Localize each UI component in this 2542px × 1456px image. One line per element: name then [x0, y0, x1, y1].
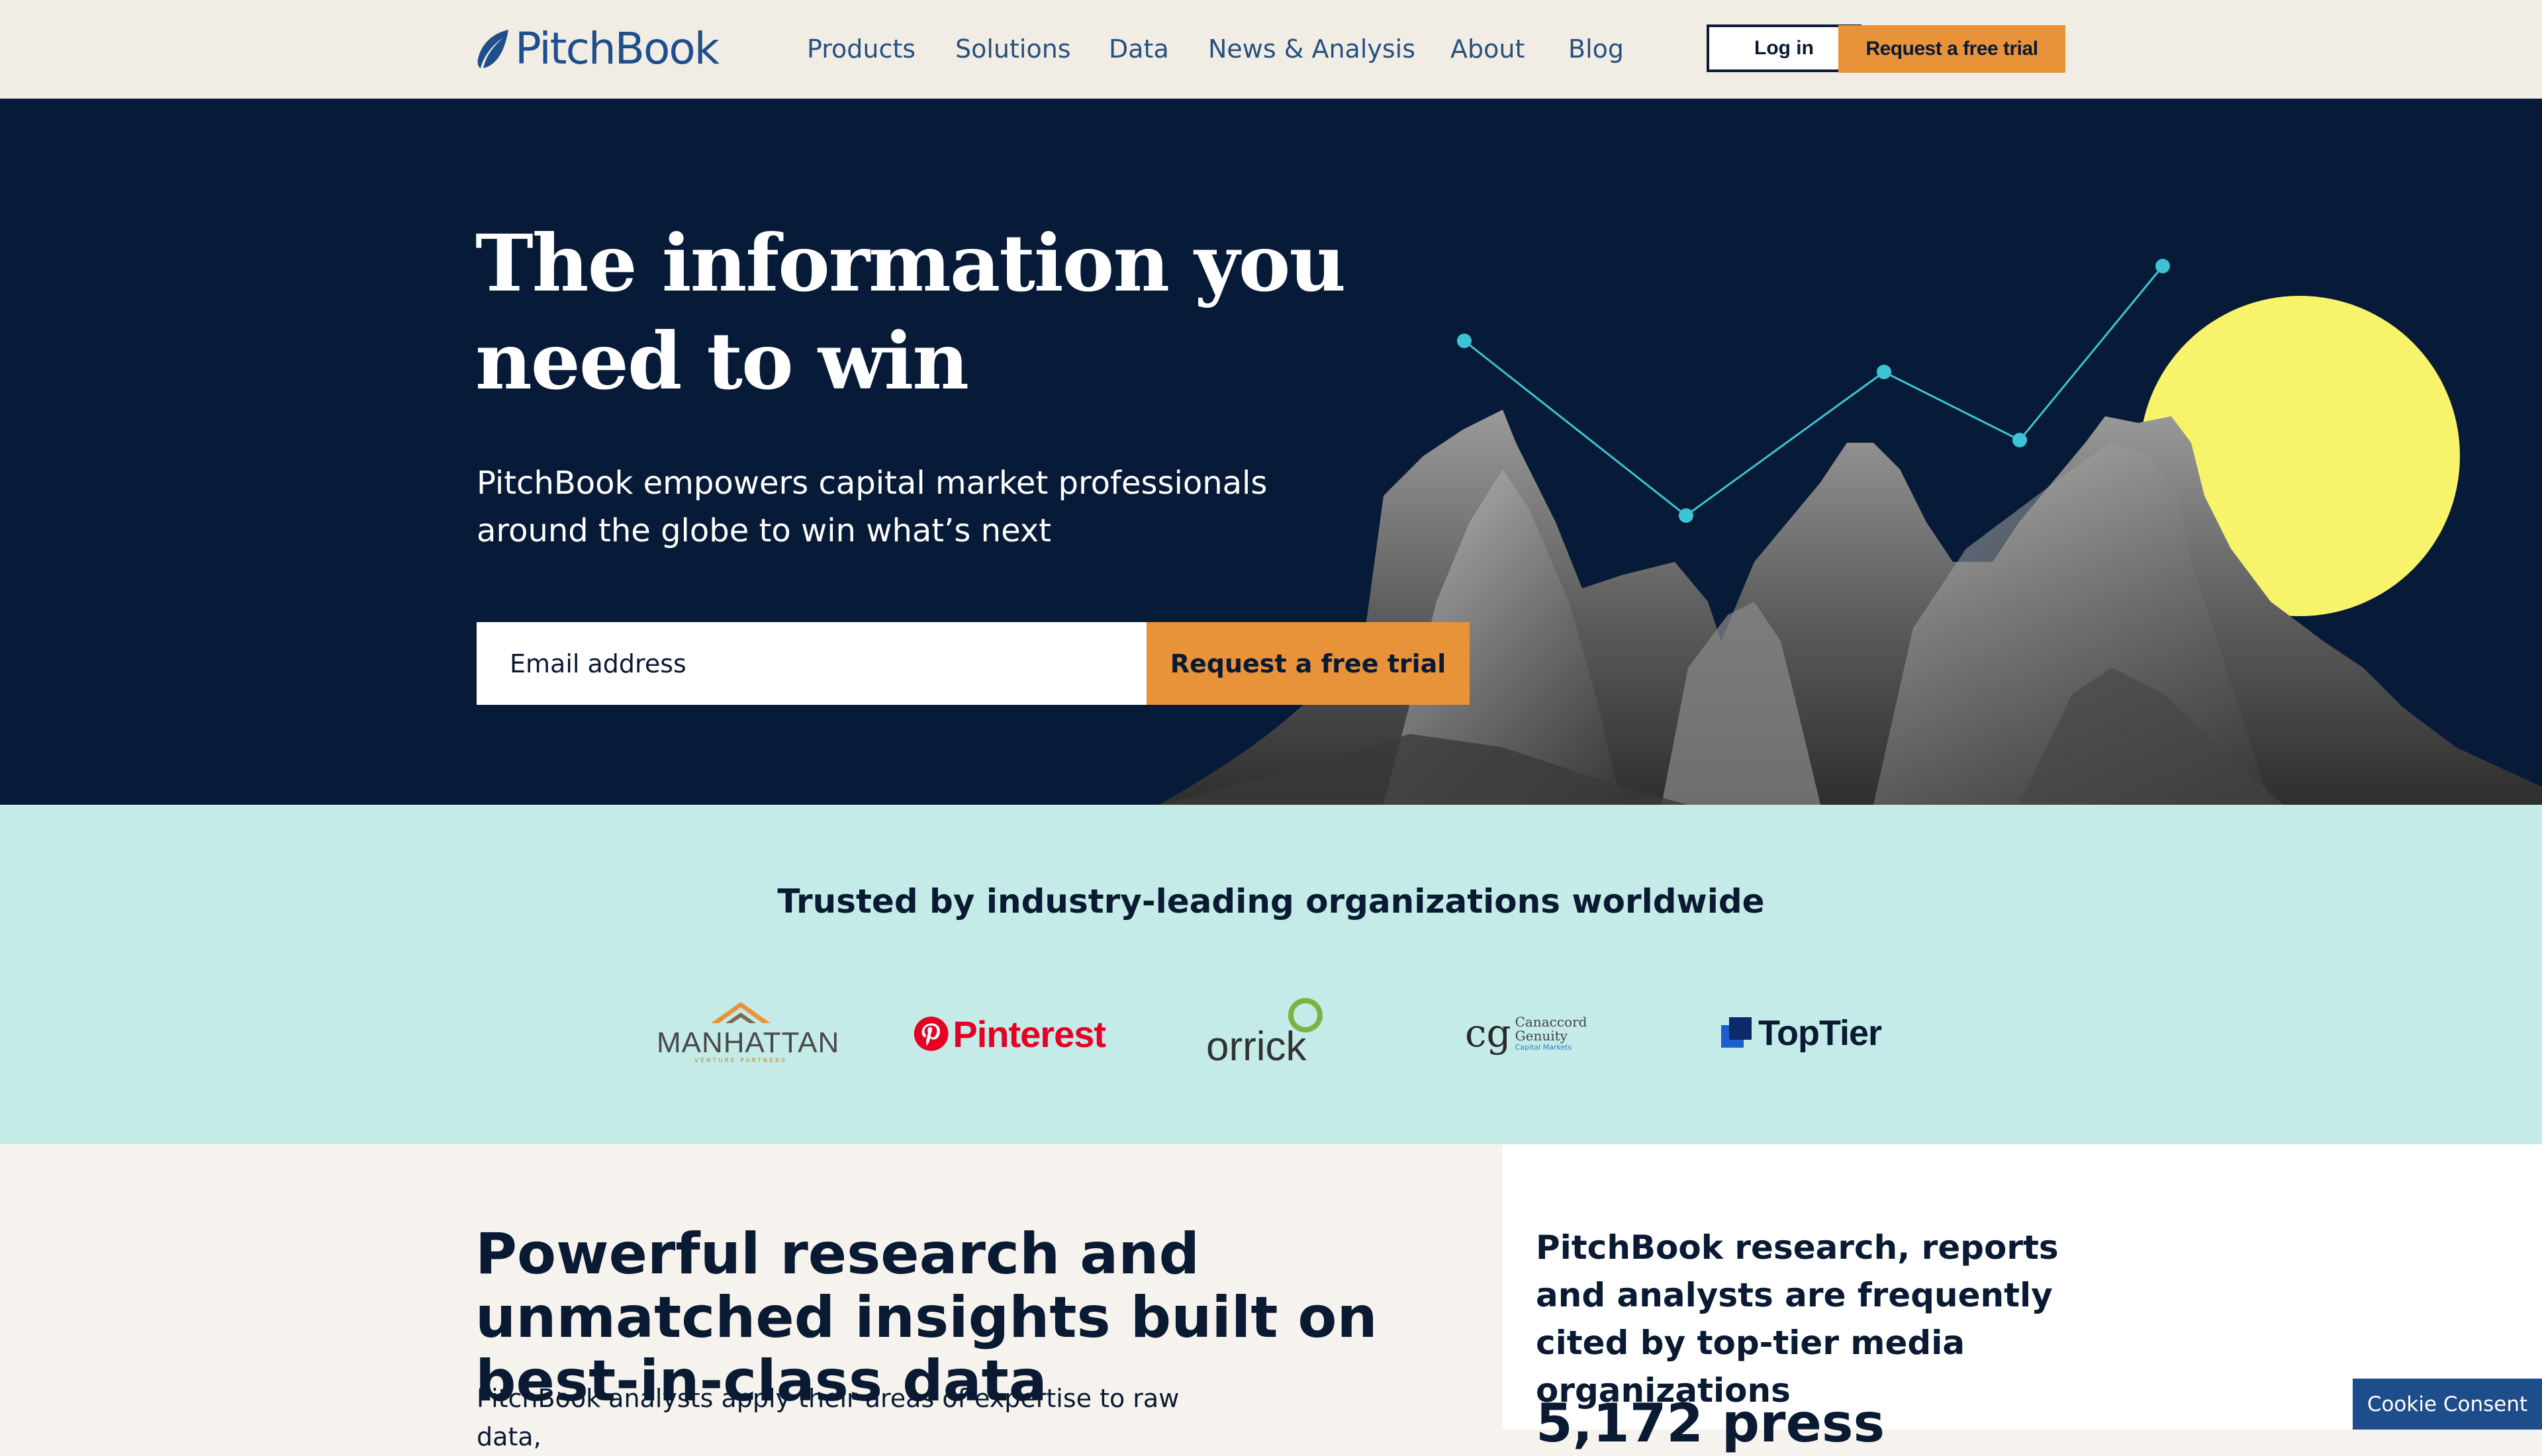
manhattan-mark-icon: [711, 1002, 771, 1023]
header-trial-button[interactable]: Request a free trial: [1838, 25, 2065, 73]
canaccord-text: Canaccord Genuity Capital Markets: [1515, 1015, 1608, 1052]
hero-trial-button[interactable]: Request a free trial: [1147, 622, 1470, 705]
nav-data[interactable]: Data: [1109, 34, 1169, 64]
chart-point: [1877, 365, 1891, 379]
main-nav: Products Solutions Data News & Analysis …: [0, 26, 2542, 71]
pinterest-name: Pinterest: [953, 1013, 1106, 1055]
toptier-icon: [1721, 1017, 1752, 1048]
chart-point: [2012, 433, 2027, 447]
site-header: PitchBook Products Solutions Data News &…: [0, 0, 2542, 99]
research-section: Powerful research and unmatched insights…: [0, 1144, 1503, 1451]
canaccord-sub: Capital Markets: [1515, 1042, 1572, 1052]
nav-blog[interactable]: Blog: [1568, 34, 1624, 64]
email-input[interactable]: Email address: [477, 622, 1147, 705]
nav-about[interactable]: About: [1450, 34, 1525, 64]
nav-news-analysis[interactable]: News & Analysis: [1208, 34, 1415, 64]
hero-subtitle: PitchBook empowers capital market profes…: [477, 465, 1268, 549]
trusted-heading: Trusted by industry-leading organization…: [777, 882, 1765, 921]
trusted-section: Trusted by industry-leading organization…: [0, 805, 2542, 1144]
chart-point: [2155, 259, 2170, 273]
chart-point: [1679, 508, 1693, 523]
research-body: PitchBook analysts apply their areas of …: [477, 1384, 1180, 1451]
media-heading: PitchBook research, reports and analysts…: [1536, 1228, 2059, 1410]
manhattan-name: MANHATTAN: [657, 1026, 840, 1059]
orrick-name: orrick: [1206, 1024, 1307, 1069]
cookie-consent-button[interactable]: Cookie Consent: [2353, 1379, 2542, 1430]
logo-canaccord: cg Canaccord Genuity Capital Markets: [1465, 1003, 1617, 1063]
pinterest-icon: [914, 1017, 949, 1051]
hero-section: The information you need to win PitchBoo…: [0, 99, 2542, 805]
canaccord-name: Canaccord Genuity: [1515, 1013, 1587, 1044]
logo-pinterest: Pinterest: [914, 1007, 1106, 1060]
toptier-name: TopTier: [1758, 1013, 1882, 1053]
chart-point: [1457, 334, 1472, 348]
nav-solutions[interactable]: Solutions: [955, 34, 1071, 64]
canaccord-mark: cg: [1465, 1011, 1511, 1056]
hero-title: The information you need to win: [475, 217, 1346, 407]
press-stat: 5,172 press: [1536, 1392, 1885, 1454]
logo-manhattan: MANHATTAN VENTURE PARTNERS: [657, 997, 840, 1069]
nav-products[interactable]: Products: [807, 34, 916, 64]
logo-toptier: TopTier: [1721, 1010, 1887, 1056]
logo-orrick: orrick: [1206, 997, 1332, 1069]
